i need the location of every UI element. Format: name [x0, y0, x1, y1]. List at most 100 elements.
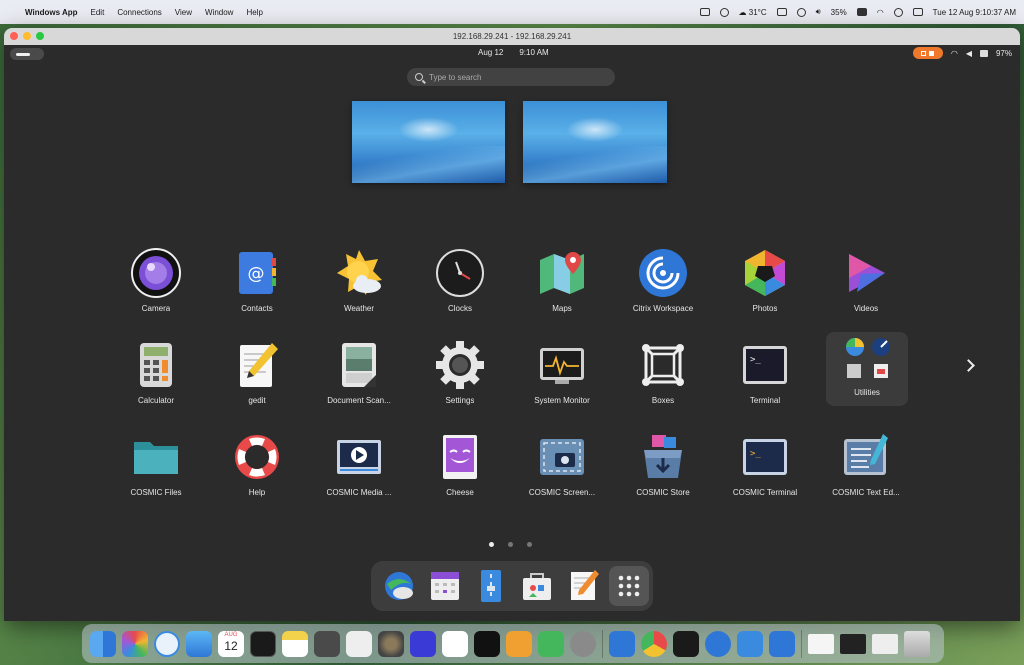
panel-clock[interactable]: Aug 12 9:10 AM: [478, 48, 549, 57]
app-maps[interactable]: Maps: [519, 244, 605, 320]
app-system-monitor[interactable]: System Monitor: [519, 336, 605, 412]
app-photos[interactable]: Photos: [722, 244, 808, 320]
citrix-workspace-icon[interactable]: [705, 630, 731, 657]
page-dot-3[interactable]: [527, 542, 532, 547]
menu-window[interactable]: Window: [205, 8, 233, 17]
system-settings-icon[interactable]: [570, 630, 596, 657]
finder-icon[interactable]: [90, 630, 116, 657]
notes-icon[interactable]: [282, 630, 308, 657]
gimp-icon[interactable]: [378, 630, 404, 657]
app-label: System Monitor: [534, 396, 590, 405]
menubar-clock[interactable]: Tue 12 Aug 9:10:37 AM: [933, 8, 1016, 17]
volume-icon[interactable]: 🔊︎: [816, 7, 821, 17]
numbers-icon[interactable]: [538, 630, 564, 657]
app-menu[interactable]: Windows App: [25, 8, 78, 17]
chrome-icon[interactable]: [641, 630, 667, 657]
app-label: gedit: [248, 396, 266, 405]
activity-monitor-icon[interactable]: [250, 630, 276, 657]
vscode-icon[interactable]: [609, 630, 635, 657]
app-cosmic-text-editor[interactable]: COSMIC Text Ed...: [823, 428, 909, 504]
window-grid-icon[interactable]: [699, 8, 710, 16]
mail-icon[interactable]: [186, 630, 212, 657]
calendar-icon[interactable]: [425, 566, 465, 606]
app-weather[interactable]: Weather: [316, 244, 402, 320]
app-folder-utilities[interactable]: Utilities: [826, 332, 908, 406]
apple-tv-icon[interactable]: [474, 630, 500, 657]
zoom-window-button[interactable]: [36, 32, 44, 40]
minimized-window-thumbnail[interactable]: [840, 633, 866, 654]
next-page-arrow-icon[interactable]: [961, 358, 977, 374]
menu-view[interactable]: View: [175, 8, 192, 17]
app-cosmic-store[interactable]: COSMIC Store: [620, 428, 706, 504]
app-cosmic-terminal[interactable]: >_ COSMIC Terminal: [722, 428, 808, 504]
app-label: Help: [248, 488, 266, 497]
launchpad-icon[interactable]: [122, 630, 148, 657]
battery-icon[interactable]: [979, 49, 988, 57]
app-clocks[interactable]: Clocks: [417, 244, 503, 320]
trash-icon[interactable]: [904, 630, 930, 657]
workspaces-button[interactable]: [10, 48, 44, 60]
minimized-window-thumbnail[interactable]: [872, 633, 898, 654]
wifi-icon[interactable]: ◠: [877, 8, 884, 17]
volume-icon[interactable]: ◀: [966, 49, 972, 58]
windows-app-icon[interactable]: [769, 630, 795, 657]
app-cosmic-files[interactable]: COSMIC Files: [113, 428, 199, 504]
app-cosmic-screenshot[interactable]: COSMIC Screen...: [519, 428, 605, 504]
app-document-scanner[interactable]: Document Scan...: [316, 336, 402, 412]
spotlight-search-icon[interactable]: [893, 7, 903, 17]
freeform-icon[interactable]: [442, 630, 468, 657]
browser-icon[interactable]: [379, 566, 419, 606]
app-camera[interactable]: Camera: [113, 244, 199, 320]
text-editor-dock-icon[interactable]: [563, 566, 603, 606]
media-player-icon: [334, 432, 384, 482]
app-cosmic-media-player[interactable]: COSMIC Media ...: [316, 428, 402, 504]
weather-status[interactable]: ☁ 31°C: [739, 8, 767, 17]
workspace-thumbnail-2[interactable]: [523, 101, 667, 183]
battery-icon[interactable]: [856, 8, 867, 16]
minimize-window-button[interactable]: [23, 32, 31, 40]
app-boxes[interactable]: Boxes: [620, 336, 706, 412]
app-terminal[interactable]: >_ Terminal: [722, 336, 808, 412]
app-citrix-workspace[interactable]: Citrix Workspace: [620, 244, 706, 320]
safari-icon[interactable]: [154, 630, 180, 657]
calculator-icon[interactable]: [314, 630, 340, 657]
search-input[interactable]: Type to search: [407, 68, 615, 86]
app-calculator[interactable]: Calculator: [113, 336, 199, 412]
software-store-icon[interactable]: [517, 566, 557, 606]
app-label: Calculator: [137, 396, 174, 405]
cheese-icon: [435, 432, 485, 482]
utilities-folder-icon: [841, 336, 893, 382]
menu-help[interactable]: Help: [246, 8, 262, 17]
terminal-icon[interactable]: [673, 630, 699, 657]
app-label: Maps: [552, 304, 572, 313]
app-store-icon[interactable]: [737, 630, 763, 657]
control-center-icon[interactable]: [912, 8, 923, 16]
app-help[interactable]: Help: [214, 428, 300, 504]
network-radar-icon[interactable]: [410, 630, 436, 657]
app-library-grid-button[interactable]: [609, 566, 649, 606]
app-videos[interactable]: Videos: [823, 244, 909, 320]
menu-connections[interactable]: Connections: [117, 8, 161, 17]
workspace-thumbnail-1[interactable]: [352, 101, 505, 183]
page-dot-1[interactable]: [489, 542, 494, 547]
archive-manager-icon[interactable]: [471, 566, 511, 606]
menu-edit[interactable]: Edit: [91, 8, 105, 17]
screen-recording-indicator[interactable]: [912, 47, 943, 59]
screen-mirroring-icon[interactable]: [776, 8, 787, 16]
system-monitor-icon: [537, 340, 587, 390]
citrix-menubar-icon[interactable]: [719, 7, 729, 17]
network-icon[interactable]: ◠: [951, 49, 958, 58]
page-dot-2[interactable]: [508, 542, 513, 547]
screenshot-icon[interactable]: [346, 630, 372, 657]
app-cheese[interactable]: Cheese: [417, 428, 503, 504]
pages-icon[interactable]: [506, 630, 532, 657]
close-window-button[interactable]: [10, 32, 18, 40]
window-titlebar[interactable]: 192.168.29.241 - 192.168.29.241: [4, 28, 1020, 45]
app-gedit[interactable]: gedit: [214, 336, 300, 412]
app-label: Settings: [445, 396, 475, 405]
app-contacts[interactable]: @ Contacts: [214, 244, 300, 320]
minimized-window-thumbnail[interactable]: [808, 633, 834, 654]
calendar-icon[interactable]: AUG 12: [218, 630, 244, 657]
app-settings[interactable]: Settings: [417, 336, 503, 412]
play-icon[interactable]: [796, 7, 806, 17]
